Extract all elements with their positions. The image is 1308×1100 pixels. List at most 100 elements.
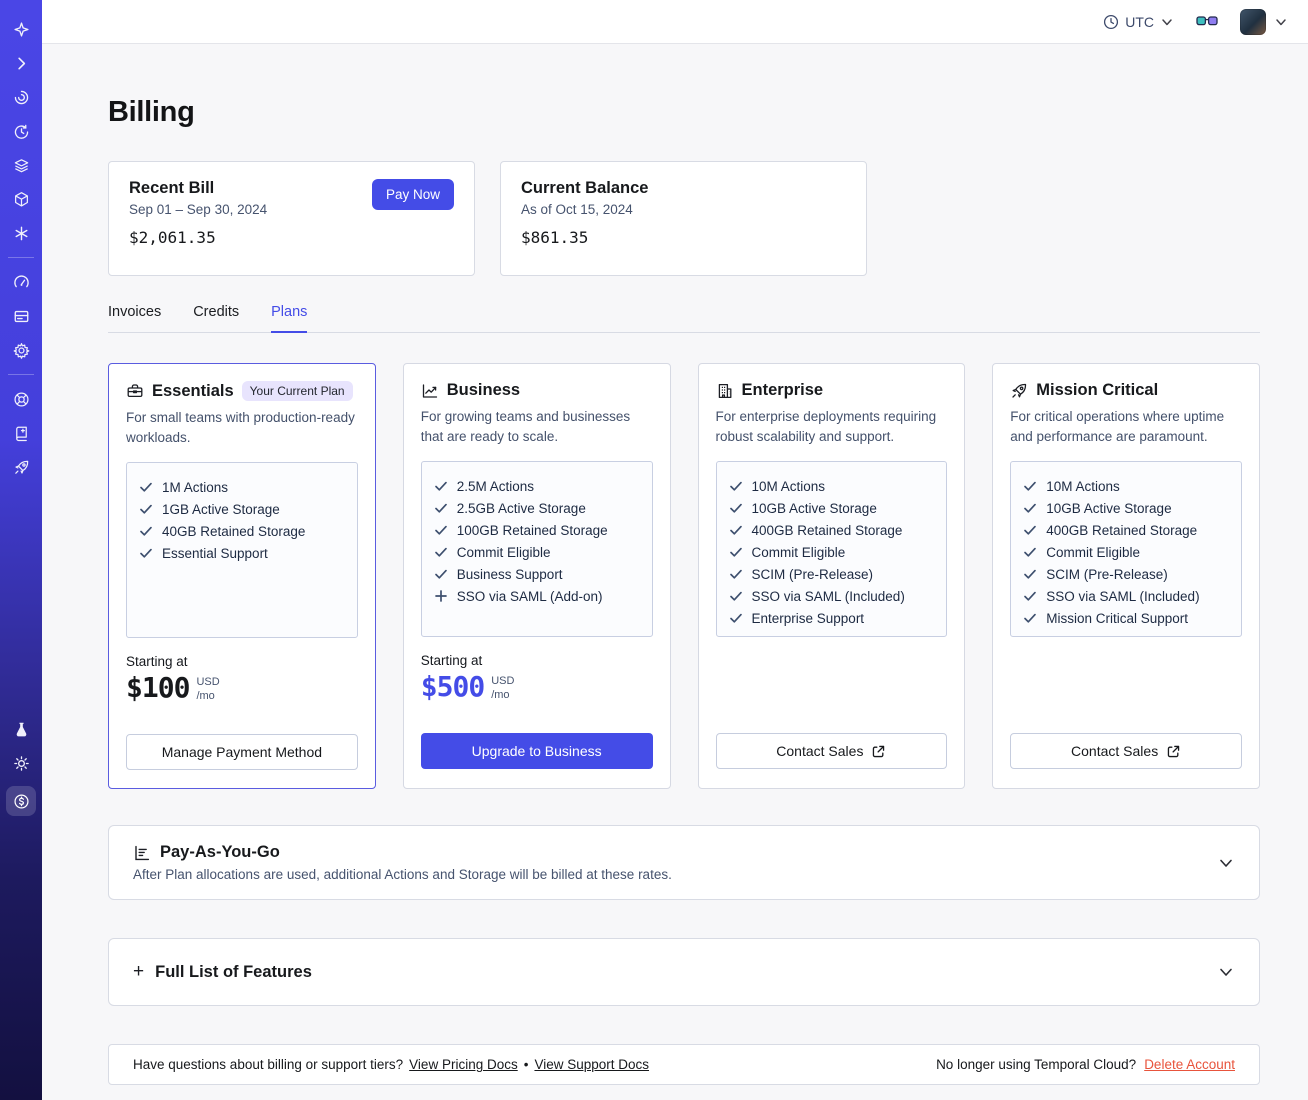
starting-at-label: Starting at [420, 653, 483, 669]
flask-icon[interactable] [0, 712, 42, 746]
check-icon [434, 525, 447, 535]
plan-description: For enterprise deployments requiring rob… [715, 409, 937, 444]
building-icon [716, 382, 734, 400]
sparkle-icon[interactable] [0, 12, 42, 46]
contact-sales-button[interactable]: Contact Sales [1010, 733, 1242, 770]
feature-item: Business Support [434, 563, 640, 585]
timer-icon[interactable] [0, 114, 42, 148]
page-title: Billing [108, 96, 195, 128]
chart-icon [421, 382, 439, 400]
current-plan-badge: Your Current Plan [241, 381, 353, 401]
feature-item: 1M Actions [139, 476, 345, 498]
payg-section[interactable]: Pay-As-You-Go After Plan allocations are… [108, 825, 1260, 901]
check-icon [140, 482, 152, 492]
tab-plans[interactable]: Plans [271, 304, 308, 333]
check-icon [140, 548, 152, 558]
glasses-icon[interactable] [1196, 15, 1218, 29]
chevron-down-icon [1162, 18, 1172, 25]
check-icon [729, 481, 742, 491]
layers-icon[interactable] [0, 148, 42, 182]
full-features-title: Full List of Features [155, 962, 312, 981]
pay-now-button[interactable]: Pay Now [371, 179, 454, 210]
feature-box: 1M Actions 1GB Active Storage 40GB Retai… [126, 462, 358, 639]
upgrade-business-button[interactable]: Upgrade to Business [420, 733, 653, 770]
current-balance-title: Current Balance [521, 179, 649, 197]
recent-bill-card: Recent Bill Sep 01 – Sep 30, 2024 Pay No… [108, 161, 475, 276]
topbar: UTC [42, 0, 1308, 44]
card-icon[interactable] [0, 299, 42, 333]
feature-item: 400GB Retained Storage [729, 519, 935, 541]
check-icon [1024, 613, 1037, 623]
check-icon [434, 503, 447, 513]
spiral-icon[interactable] [0, 80, 42, 114]
support-docs-link[interactable]: View Support Docs [534, 1057, 649, 1072]
rocket-icon[interactable] [0, 450, 42, 484]
current-balance-amount: $861.35 [521, 228, 589, 247]
feature-item: SSO via SAML (Add-on) [434, 585, 640, 607]
plan-card-enterprise: Enterprise For enterprise deployments re… [697, 363, 966, 790]
footer-question: Have questions about billing or support … [133, 1057, 404, 1073]
check-icon [729, 569, 742, 579]
plus-icon: + [133, 961, 145, 983]
user-menu[interactable] [1240, 8, 1288, 35]
chevron-down-icon [1220, 968, 1232, 976]
current-balance-card: Current Balance As of Oct 15, 2024 $861.… [500, 161, 867, 276]
tab-invoices[interactable]: Invoices [108, 304, 161, 332]
billing-icon[interactable] [6, 786, 36, 816]
chevron-down-icon [1220, 859, 1232, 867]
chevron-down-icon [1276, 18, 1286, 25]
check-icon [1024, 525, 1037, 535]
asterisk-icon[interactable] [0, 216, 42, 250]
gauge-icon[interactable] [0, 265, 42, 299]
dot-separator: • [523, 1057, 529, 1073]
plans-row: Essentials Your Current Plan For small t… [108, 363, 1260, 790]
lifebuoy-icon[interactable] [0, 382, 42, 416]
summary-row: Recent Bill Sep 01 – Sep 30, 2024 Pay No… [108, 161, 1260, 276]
billing-tabs: Invoices Credits Plans [108, 304, 1260, 333]
docs-icon[interactable] [0, 416, 42, 450]
full-features-section[interactable]: + Full List of Features [108, 938, 1260, 1007]
check-icon [140, 526, 152, 536]
check-icon [1024, 503, 1037, 513]
plan-card-essentials: Essentials Your Current Plan For small t… [108, 363, 376, 790]
check-icon [1024, 547, 1037, 557]
plus-icon [434, 590, 447, 602]
plan-card-mission-critical: Mission Critical For critical operations… [992, 363, 1260, 790]
footer-right-text: No longer using Temporal Cloud? [936, 1057, 1137, 1073]
plan-name: Essentials [152, 381, 234, 400]
chevron-right-icon[interactable] [0, 46, 42, 80]
plan-name: Mission Critical [1036, 381, 1159, 399]
feature-item: 10M Actions [1023, 475, 1229, 497]
currency-label: USD [196, 676, 220, 689]
check-icon [729, 525, 742, 535]
feature-box: 10M Actions 10GB Active Storage 400GB Re… [1010, 461, 1242, 638]
price-block-empty [1010, 653, 1242, 733]
contact-sales-button[interactable]: Contact Sales [715, 733, 948, 770]
tab-credits[interactable]: Credits [193, 304, 239, 332]
delete-account-link[interactable]: Delete Account [1144, 1057, 1235, 1072]
payg-description: After Plan allocations are used, additio… [133, 867, 672, 883]
cube-icon[interactable] [0, 182, 42, 216]
toolbox-icon [126, 382, 144, 400]
pricing-docs-link[interactable]: View Pricing Docs [409, 1057, 518, 1072]
plan-price: $100 [126, 671, 190, 705]
period-label: /mo [196, 690, 215, 703]
plan-price: $500 [420, 670, 485, 704]
gear-icon[interactable] [0, 333, 42, 367]
manage-payment-button[interactable]: Manage Payment Method [126, 734, 358, 771]
price-block: Starting at $100 USD/mo [126, 654, 358, 734]
feature-item: Commit Eligible [1023, 541, 1229, 563]
check-icon [729, 547, 742, 557]
feature-item: 10GB Active Storage [729, 497, 935, 519]
price-block: Starting at $500 USD/mo [421, 653, 653, 733]
feature-item: 10GB Active Storage [1023, 497, 1229, 519]
external-link-icon [1167, 745, 1180, 757]
check-icon [729, 591, 742, 601]
feature-item: SSO via SAML (Included) [729, 585, 935, 607]
sun-icon[interactable] [0, 746, 42, 780]
check-icon [1024, 591, 1037, 601]
feature-item: 400GB Retained Storage [1023, 519, 1229, 541]
timezone-selector[interactable]: UTC [1103, 14, 1174, 30]
feature-item: Enterprise Support [729, 607, 935, 629]
feature-item: 1GB Active Storage [139, 498, 345, 520]
